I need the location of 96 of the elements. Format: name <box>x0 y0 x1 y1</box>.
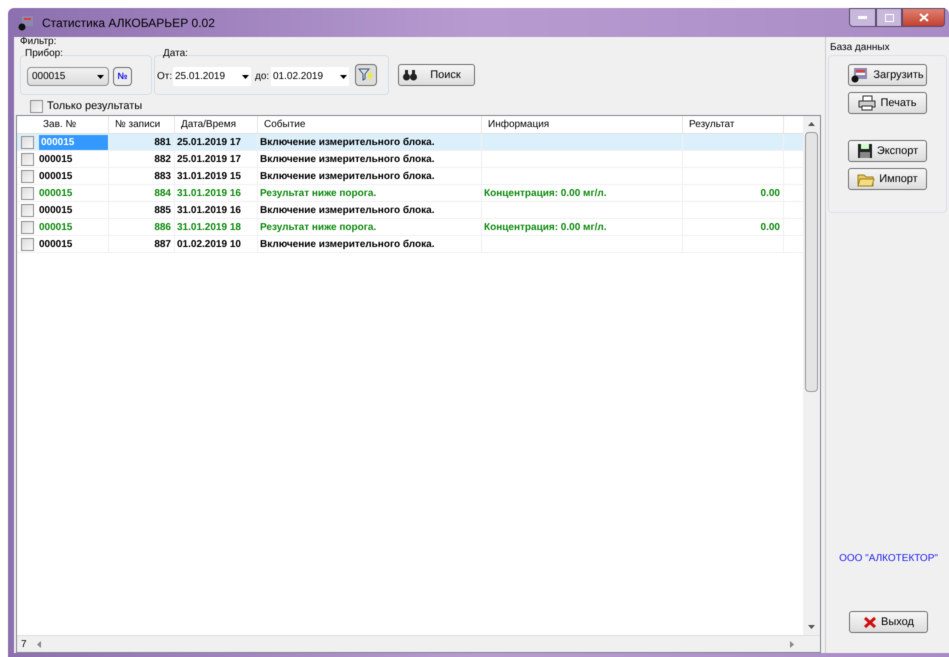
table-cell-text: 000015 <box>39 152 72 166</box>
filter-button[interactable] <box>355 64 377 86</box>
table-row[interactable]: 000015 883 31.01.2019 15 Включение измерительного блока. <box>17 168 803 185</box>
close-icon <box>918 13 928 22</box>
column-header[interactable]: Событие <box>258 116 482 133</box>
table-cell-text: 000015 <box>39 170 72 184</box>
table-cell-text: Включение измерительного блока. <box>260 204 434 218</box>
table-cell-text: 885 <box>154 204 171 218</box>
table-row[interactable]: 000015 887 01.02.2019 10 Включение измерительного блока. <box>17 236 803 253</box>
table-row[interactable]: 000015 882 25.01.2019 17 Включение измерительного блока. <box>17 151 803 168</box>
printer-icon <box>858 95 876 111</box>
to-date-field[interactable]: 01.02.2019 <box>271 67 349 86</box>
table-cell-text: Включение измерительного блока. <box>260 152 434 166</box>
table-cell-text: Включение измерительного блока. <box>260 136 434 150</box>
table-cell-text: 000015 <box>39 204 72 218</box>
checkbox[interactable] <box>20 186 34 200</box>
table-cell-text: 31.01.2019 15 <box>177 170 241 184</box>
table-cell-text: 882 <box>154 152 171 166</box>
table-cell-text: 25.01.2019 17 <box>177 152 241 166</box>
checkbox[interactable] <box>20 220 34 234</box>
checkbox[interactable] <box>30 100 43 113</box>
column-header[interactable]: № записи <box>109 116 175 133</box>
exit-button[interactable]: Выход <box>849 611 928 633</box>
table-cell-text: 000015 <box>39 186 72 200</box>
dropdown-arrow-icon <box>242 74 249 78</box>
to-label: до: <box>255 70 270 84</box>
checkbox[interactable] <box>20 238 34 250</box>
only-results-label: Только результаты <box>47 99 142 114</box>
scroll-right-icon <box>790 640 794 648</box>
column-header[interactable]: Информация <box>482 116 683 133</box>
scroll-left-icon <box>36 640 41 648</box>
table-cell: 000015 <box>39 134 108 150</box>
maximize-icon <box>884 14 894 22</box>
scroll-thumb[interactable] <box>805 132 818 392</box>
date-label: Дата: <box>163 49 188 59</box>
device-label: Прибор: <box>25 49 63 59</box>
table-cell-text: 31.01.2019 16 <box>177 186 241 200</box>
table-cell-text: 31.01.2019 18 <box>177 220 241 234</box>
checkbox[interactable] <box>20 170 34 182</box>
column-header[interactable]: Дата/Время <box>175 116 258 133</box>
table-cell-text: 0.00 <box>760 186 780 200</box>
checkbox[interactable] <box>20 136 34 148</box>
minimize-icon <box>858 16 867 19</box>
filter-label: Фильтр: <box>20 37 56 47</box>
device-icon <box>851 67 870 83</box>
binoculars-icon <box>403 69 417 81</box>
dropdown-arrow-icon <box>97 74 104 78</box>
checkbox[interactable] <box>20 204 34 216</box>
table-cell-text: 01.02.2019 10 <box>177 238 241 252</box>
print-button[interactable]: Печать <box>848 92 927 114</box>
from-label: От: <box>157 70 172 84</box>
folder-icon <box>857 172 876 186</box>
vertical-scrollbar[interactable] <box>803 116 820 635</box>
app-icon <box>18 14 34 30</box>
table-cell-text: Включение измерительного блока. <box>260 170 434 184</box>
table-cell-text: 31.01.2019 16 <box>177 204 241 218</box>
table-row[interactable]: 000015 884 31.01.2019 16 Результат ниже порога. Концентрация: 0.00 мг/л. 0.00 <box>17 185 803 202</box>
record-count: 7 <box>20 638 28 652</box>
column-header[interactable]: Зав. № <box>37 116 109 133</box>
scroll-up-icon <box>808 122 815 126</box>
cross-icon <box>863 616 878 628</box>
search-button[interactable]: Поиск <box>398 64 475 86</box>
minimize-button[interactable] <box>849 8 876 27</box>
table-cell-text: Концентрация: 0.00 мг/л. <box>484 220 607 234</box>
dropdown-arrow-icon <box>340 74 347 78</box>
table-cell-text: 884 <box>154 186 171 200</box>
table-cell-text: 886 <box>154 220 171 234</box>
table-cell-text: 887 <box>154 238 171 252</box>
table-row[interactable]: 000015 886 31.01.2019 18 Результат ниже порога. Концентрация: 0.00 мг/л. 0.00 <box>17 219 803 236</box>
table-cell-text: 0.00 <box>760 220 780 234</box>
table-cell-text: Результат ниже порога. <box>260 186 376 200</box>
number-button[interactable]: № <box>113 67 132 86</box>
table-cell-text: 000015 <box>39 238 72 252</box>
database-label: База данных <box>830 41 891 55</box>
table-cell-text: 881 <box>154 136 171 150</box>
table-cell-text: 000015 <box>39 220 72 234</box>
close-button[interactable] <box>902 8 945 27</box>
table-cell-text: 25.01.2019 17 <box>177 136 241 150</box>
load-button[interactable]: Загрузить <box>848 64 927 86</box>
column-header[interactable]: Результат <box>683 116 784 133</box>
table-cell-text: Включение измерительного блока. <box>260 238 434 252</box>
from-date-field[interactable]: 25.01.2019 <box>173 67 251 86</box>
maximize-button[interactable] <box>876 8 902 27</box>
funnel-icon <box>358 67 374 83</box>
table-row[interactable]: 000015 881 25.01.2019 17 Включение измерительного блока. <box>17 134 803 151</box>
checkbox[interactable] <box>20 152 34 166</box>
table-row[interactable]: 000015 885 31.01.2019 16 Включение измерительного блока. <box>17 202 803 219</box>
export-button[interactable]: Экспорт <box>848 140 927 162</box>
table-cell-text: Результат ниже порога. <box>260 220 376 234</box>
table-cell-text: Концентрация: 0.00 мг/л. <box>484 186 607 200</box>
import-button[interactable]: Импорт <box>848 168 927 190</box>
table-cell-text: 883 <box>154 170 171 184</box>
company-name: ООО "АЛКОТЕКТОР" <box>838 552 939 566</box>
scroll-down-icon <box>808 625 815 629</box>
device-dropdown[interactable]: 000015 <box>27 67 109 86</box>
window-title: Статистика АЛКОБАРЬЕР 0.02 <box>42 14 215 32</box>
